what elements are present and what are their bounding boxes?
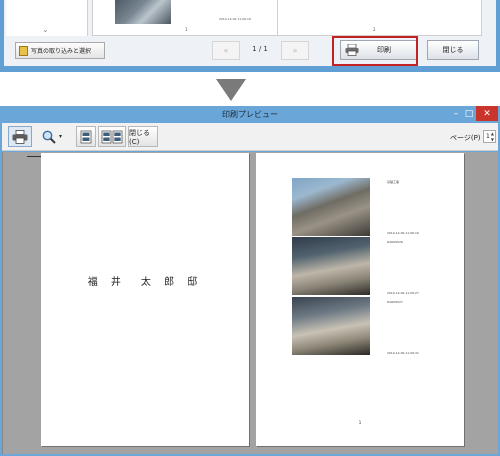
photo-1-title: 基礎工事 (387, 180, 400, 184)
print-tool-button[interactable] (8, 126, 32, 147)
arrow-down-icon (216, 79, 246, 101)
preview-page-photos: 基礎工事 2014-12-09 11:06:16 DA609526 2014-1… (256, 153, 464, 446)
owner-name: 福 井 太 郎 邸 (87, 277, 203, 288)
photo-3-date: 2014-12-09 11:09:31 (387, 351, 419, 355)
two-page-button[interactable] (98, 126, 126, 147)
print-preview-window: 印刷プレビュー – □ ✕ ▾ 閉じる(C) ページ(P) 1 ▲ ▼ 福 井 … (0, 106, 500, 456)
printer-icon (12, 129, 28, 144)
window-close-button[interactable]: ✕ (476, 106, 498, 121)
photo-3-file: DA609527 (387, 300, 403, 304)
photo-dialog-frame: ⌄ 2014-12-09 11:06:16 1 2 写真の取り込みと選択 « 1… (0, 0, 500, 72)
photo-2-date: 2014-12-09 11:09:27 (387, 291, 419, 295)
two-page-icon (101, 130, 123, 143)
photo-import-label: 写真の取り込みと選択 (31, 48, 92, 55)
thumbnail-date: 2014-12-09 11:06:16 (219, 17, 251, 21)
print-button-highlight (332, 36, 418, 66)
zoom-dropdown-icon[interactable]: ▾ (59, 133, 62, 140)
previous-page-button[interactable]: « (212, 41, 240, 60)
zoom-icon (42, 130, 56, 144)
page-number-spinner[interactable]: 1 ▲ ▼ (483, 130, 496, 143)
preview-area[interactable]: 福 井 太 郎 邸 基礎工事 2014-12-09 11:06:16 DA609… (2, 152, 498, 454)
maximize-button[interactable]: □ (463, 106, 475, 121)
photo-import-button[interactable]: 写真の取り込みと選択 (15, 42, 105, 59)
layout-page-number-1: 1 (185, 27, 188, 32)
photo-import-icon (19, 45, 28, 56)
photo-2-file: DA609526 (387, 240, 403, 244)
photo-dialog-body: ⌄ 2014-12-09 11:06:16 1 2 写真の取り込みと選択 « 1… (4, 0, 496, 66)
spinner-arrows-icon[interactable]: ▲ ▼ (491, 131, 494, 143)
zoom-button[interactable]: ▾ (36, 126, 68, 147)
layout-page-number-2: 2 (373, 27, 376, 32)
window-title: 印刷プレビュー (222, 110, 278, 119)
construction-photo-1 (292, 178, 370, 236)
title-bar: 印刷プレビュー – □ ✕ (0, 106, 500, 123)
single-page-icon (80, 130, 92, 143)
page-number: 1 (358, 420, 362, 425)
photo-thumbnail (115, 0, 171, 24)
layout-preview-pane: 2014-12-09 11:06:16 1 2 (92, 0, 482, 36)
preview-close-button[interactable]: 閉じる(C) (128, 126, 158, 147)
screenshot-root: ⌄ 2014-12-09 11:06:16 1 2 写真の取り込みと選択 « 1… (0, 0, 500, 456)
page-corner-mark (27, 156, 41, 157)
minimize-button[interactable]: – (449, 106, 463, 121)
photo-1-date: 2014-12-09 11:06:16 (387, 231, 419, 235)
photo-list-pane[interactable]: ⌄ (6, 0, 88, 36)
one-page-button[interactable] (76, 126, 96, 147)
close-button[interactable]: 閉じる (427, 40, 479, 60)
preview-page-cover: 福 井 太 郎 邸 (41, 153, 249, 446)
page-divider (277, 0, 278, 36)
page-number-value: 1 (486, 133, 490, 140)
page-count: 1 / 1 (252, 45, 268, 53)
preview-toolbar: ▾ 閉じる(C) ページ(P) 1 ▲ ▼ (2, 123, 498, 151)
construction-photo-3 (292, 297, 370, 355)
page-label: ページ(P) (450, 134, 481, 142)
next-page-button[interactable]: » (281, 41, 309, 60)
chevron-down-icon[interactable]: ⌄ (42, 25, 49, 34)
construction-photo-2 (292, 237, 370, 295)
